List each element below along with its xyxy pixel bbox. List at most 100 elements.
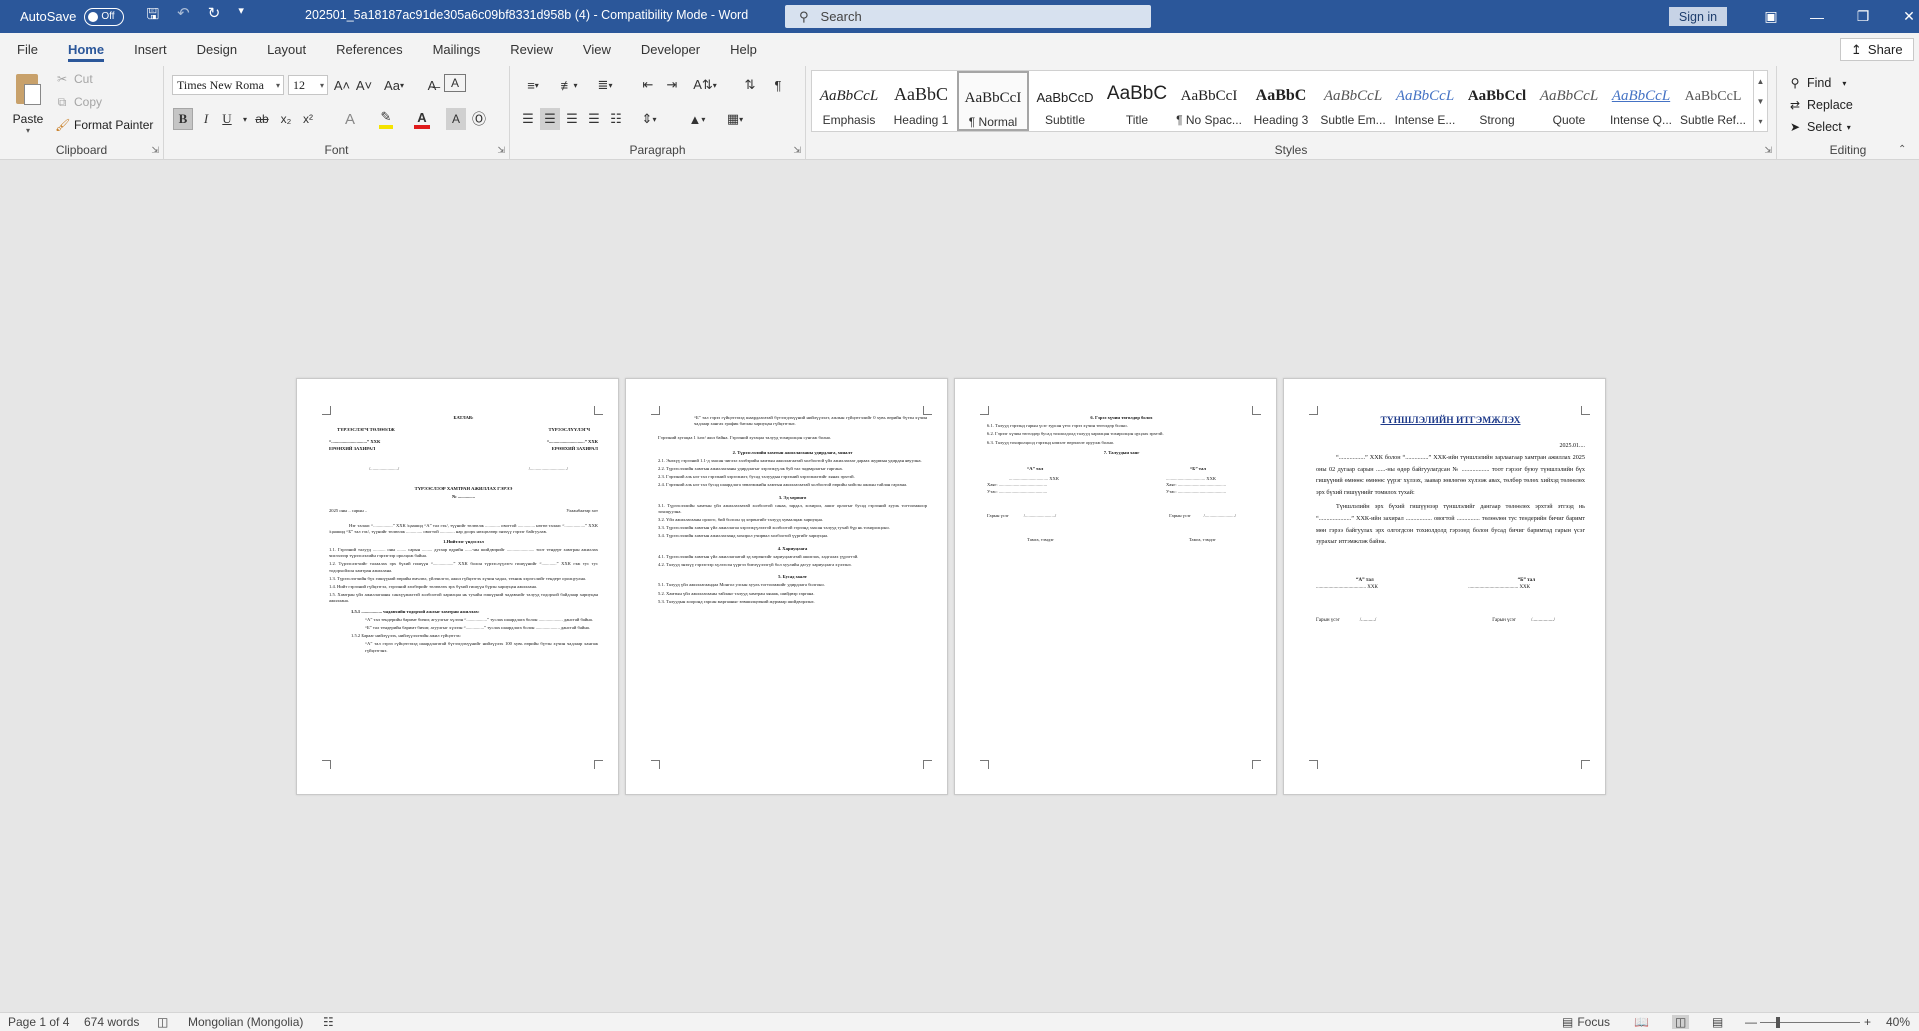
style-no-spacing[interactable]: AaBbCcI ¶ No Spac...: [1173, 71, 1245, 131]
bullets-icon[interactable]: ≡ ▾: [518, 74, 548, 96]
paste-button[interactable]: Paste ▾: [12, 72, 44, 135]
style-title[interactable]: AaBbC Title: [1101, 71, 1173, 131]
minimize-icon[interactable]: —: [1794, 0, 1840, 33]
focus-button[interactable]: ▤ Focus: [1562, 1015, 1610, 1029]
tab-view[interactable]: View: [568, 33, 626, 66]
select-button[interactable]: ➤ Select ▾: [1788, 120, 1851, 134]
style-subtitle[interactable]: AaBbCcD Subtitle: [1029, 71, 1101, 131]
close-icon[interactable]: ✕: [1886, 0, 1919, 33]
ribbon-display-options-icon[interactable]: ▣: [1748, 0, 1794, 33]
more-styles-icon[interactable]: ▾: [1758, 117, 1762, 126]
show-paragraph-marks-icon[interactable]: ¶: [768, 74, 788, 96]
bold-button[interactable]: B: [173, 108, 193, 130]
styles-launcher-icon[interactable]: ⇲: [1764, 145, 1772, 156]
change-case-button[interactable]: Aa ▾: [379, 74, 409, 96]
tab-review[interactable]: Review: [495, 33, 568, 66]
chevron-up-icon[interactable]: ▲: [1757, 77, 1765, 86]
shrink-font-button[interactable]: A˅: [354, 74, 374, 96]
style-intense-quote[interactable]: AaBbCcL Intense Q...: [1605, 71, 1677, 131]
zoom-in-icon[interactable]: +: [1864, 1015, 1871, 1029]
enclose-characters-icon[interactable]: Ⓞ: [469, 108, 489, 130]
paragraph-launcher-icon[interactable]: ⇲: [793, 145, 801, 156]
clipboard-launcher-icon[interactable]: ⇲: [151, 145, 159, 156]
character-shading-icon[interactable]: A: [446, 108, 466, 130]
styles-scroll[interactable]: ▲ ▼ ▾: [1753, 71, 1767, 131]
decrease-indent-icon[interactable]: ⇤: [638, 74, 658, 96]
font-launcher-icon[interactable]: ⇲: [497, 145, 505, 156]
style-emphasis[interactable]: AaBbCcL Emphasis: [813, 71, 885, 131]
undo-icon[interactable]: ↶: [177, 4, 190, 29]
clear-formatting-icon[interactable]: A̶: [422, 74, 442, 96]
read-mode-icon[interactable]: 📖: [1634, 1015, 1649, 1029]
format-painter-button[interactable]: 🖌 Format Painter: [55, 118, 153, 132]
distributed-icon[interactable]: ☷: [606, 108, 626, 130]
style-heading-1[interactable]: AaBbC Heading 1: [885, 71, 957, 131]
tab-design[interactable]: Design: [182, 33, 252, 66]
chevron-down-icon[interactable]: ▼: [1757, 97, 1765, 106]
zoom-slider-thumb[interactable]: [1776, 1017, 1780, 1028]
customize-qat-icon[interactable]: ▾: [238, 4, 244, 29]
print-layout-icon[interactable]: ◫: [1672, 1015, 1690, 1029]
style-intense-emphasis[interactable]: AaBbCcL Intense E...: [1389, 71, 1461, 131]
underline-button[interactable]: U: [217, 108, 237, 130]
share-button[interactable]: ↥ Share: [1840, 38, 1914, 61]
tab-file[interactable]: File: [2, 33, 53, 66]
text-effects-icon[interactable]: A: [340, 108, 360, 130]
subscript-button[interactable]: x₂: [276, 108, 296, 130]
font-size-select[interactable]: 12 ▾: [288, 75, 328, 95]
search-box[interactable]: ⚲ Search: [785, 5, 1151, 28]
asian-layout-icon[interactable]: A⇅ ▾: [690, 74, 720, 96]
sign-in-button[interactable]: Sign in: [1669, 7, 1727, 26]
tab-layout[interactable]: Layout: [252, 33, 321, 66]
accessibility-icon[interactable]: ☷: [323, 1015, 334, 1029]
align-left-icon[interactable]: ☰: [518, 108, 538, 130]
increase-indent-icon[interactable]: ⇥: [662, 74, 682, 96]
style-strong[interactable]: AaBbCcl Strong: [1461, 71, 1533, 131]
style-heading-3[interactable]: AaBbC Heading 3: [1245, 71, 1317, 131]
paste-dropdown-icon[interactable]: ▾: [12, 126, 44, 135]
tab-help[interactable]: Help: [715, 33, 772, 66]
numbering-icon[interactable]: ≢ ▾: [554, 74, 584, 96]
zoom-level[interactable]: 40%: [1886, 1015, 1910, 1029]
grow-font-button[interactable]: A˄: [332, 74, 352, 96]
tab-home[interactable]: Home: [53, 33, 119, 66]
word-count[interactable]: 674 words: [84, 1015, 139, 1029]
zoom-out-icon[interactable]: —: [1745, 1015, 1757, 1029]
zoom-slider[interactable]: [1760, 1022, 1860, 1023]
line-spacing-icon[interactable]: ⇕ ▾: [634, 108, 664, 130]
font-color-icon[interactable]: A: [412, 108, 432, 130]
page-1[interactable]: БАТЛАВ: ТҮРЭЭСЛЭГЧ ТӨЛӨӨЛЖ ТҮРЭЭСЛҮҮЛЭГЧ …: [296, 378, 619, 795]
autosave-toggle[interactable]: Off: [84, 7, 125, 26]
web-layout-icon[interactable]: ▤: [1712, 1015, 1723, 1029]
tab-developer[interactable]: Developer: [626, 33, 715, 66]
cut-button[interactable]: ✂ Cut: [55, 72, 93, 86]
restore-icon[interactable]: ❐: [1840, 0, 1886, 33]
language-indicator[interactable]: Mongolian (Mongolia): [188, 1015, 303, 1029]
justify-icon[interactable]: ☰: [584, 108, 604, 130]
italic-button[interactable]: I: [196, 108, 216, 130]
strikethrough-button[interactable]: ab: [252, 108, 272, 130]
multilevel-list-icon[interactable]: ≣ ▾: [590, 74, 620, 96]
redo-icon[interactable]: ↻: [208, 4, 221, 29]
save-icon[interactable]: 🖫: [146, 4, 159, 29]
find-button[interactable]: ⚲ Find ▾: [1788, 76, 1847, 90]
page-4[interactable]: ТҮНШЛЭЛИЙН ИТГЭМЖЛЭХ 2025.01.... “......…: [1283, 378, 1606, 795]
shading-icon[interactable]: ▲ ▾: [682, 108, 712, 130]
character-border-icon[interactable]: A: [444, 74, 466, 92]
page-2[interactable]: “Б” тал гэрээ гүйцэтгэхэд шаардлагатай б…: [625, 378, 948, 795]
style-subtle-reference[interactable]: AaBbCcL Subtle Ref...: [1677, 71, 1749, 131]
style-quote[interactable]: AaBbCcL Quote: [1533, 71, 1605, 131]
collapse-ribbon-icon[interactable]: ⌃: [1898, 144, 1906, 155]
superscript-button[interactable]: x²: [298, 108, 318, 130]
align-right-icon[interactable]: ☰: [562, 108, 582, 130]
proofing-icon[interactable]: ◫: [157, 1015, 168, 1029]
page-3[interactable]: 6. Гэрээ хүчин төгөлдөр болох 6.1. Талуу…: [954, 378, 1277, 795]
tab-insert[interactable]: Insert: [119, 33, 182, 66]
borders-icon[interactable]: ▦ ▾: [720, 108, 750, 130]
align-center-icon[interactable]: ☰: [540, 108, 560, 130]
style-normal[interactable]: AaBbCcI ¶ Normal: [957, 71, 1029, 131]
document-area[interactable]: БАТЛАВ: ТҮРЭЭСЛЭГЧ ТӨЛӨӨЛЖ ТҮРЭЭСЛҮҮЛЭГЧ …: [0, 161, 1919, 1012]
style-subtle-emphasis[interactable]: AaBbCcL Subtle Em...: [1317, 71, 1389, 131]
font-family-select[interactable]: Times New Roma ▾: [172, 75, 284, 95]
page-count[interactable]: Page 1 of 4: [8, 1015, 69, 1029]
